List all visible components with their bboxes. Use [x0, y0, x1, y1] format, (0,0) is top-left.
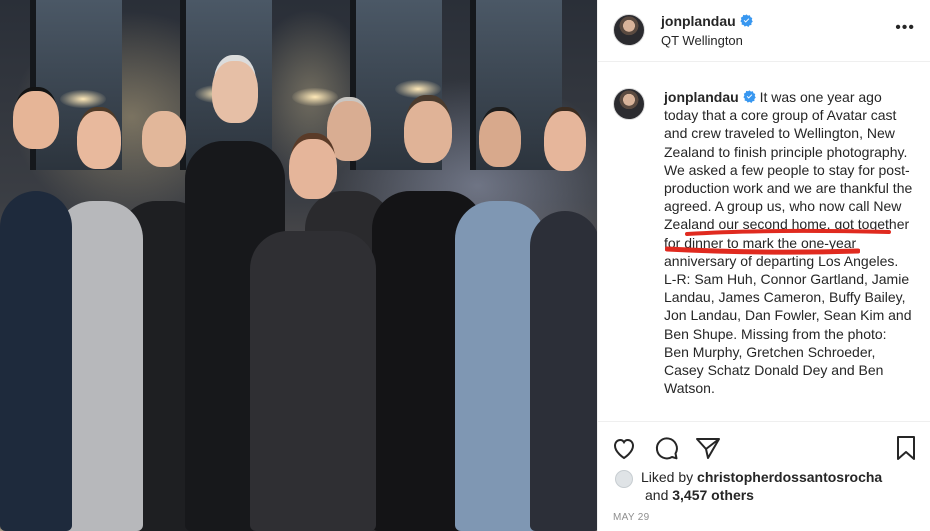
chandelier-light	[395, 80, 441, 98]
caption-body: It was one year ago today that a core gr…	[664, 89, 913, 397]
comment-icon[interactable]	[652, 434, 680, 462]
header-username[interactable]: jonplandau	[661, 13, 753, 29]
caption-text: jonplandau It was one year ago today tha…	[664, 88, 914, 397]
red-underline-annotation	[685, 228, 891, 236]
liker-username[interactable]: christopherdossantosrocha	[697, 469, 882, 485]
post-panel: jonplandau QT Wellington ••• jonplandau …	[597, 0, 930, 531]
verified-badge-icon	[740, 14, 753, 27]
post-header: jonplandau QT Wellington •••	[598, 0, 930, 62]
bookmark-icon[interactable]	[892, 434, 920, 462]
location-link[interactable]: QT Wellington	[661, 33, 743, 48]
person	[530, 111, 597, 531]
avatar[interactable]	[613, 14, 645, 46]
caption-username[interactable]: jonplandau	[664, 89, 739, 105]
likes-count-link[interactable]: 3,457 others	[672, 487, 754, 503]
heart-icon[interactable]	[610, 434, 638, 462]
verified-badge-icon	[743, 90, 756, 103]
action-bar	[598, 430, 930, 466]
caption-section: jonplandau It was one year ago today tha…	[598, 62, 930, 422]
more-options-button[interactable]: •••	[895, 20, 915, 36]
liker-avatar[interactable]	[615, 470, 633, 488]
share-icon[interactable]	[694, 434, 722, 462]
post-photo[interactable]	[0, 0, 597, 531]
post-date[interactable]: MAY 29	[613, 512, 649, 523]
person	[0, 91, 72, 531]
avatar[interactable]	[613, 88, 645, 120]
red-underline-annotation	[665, 246, 860, 255]
person	[250, 139, 376, 531]
